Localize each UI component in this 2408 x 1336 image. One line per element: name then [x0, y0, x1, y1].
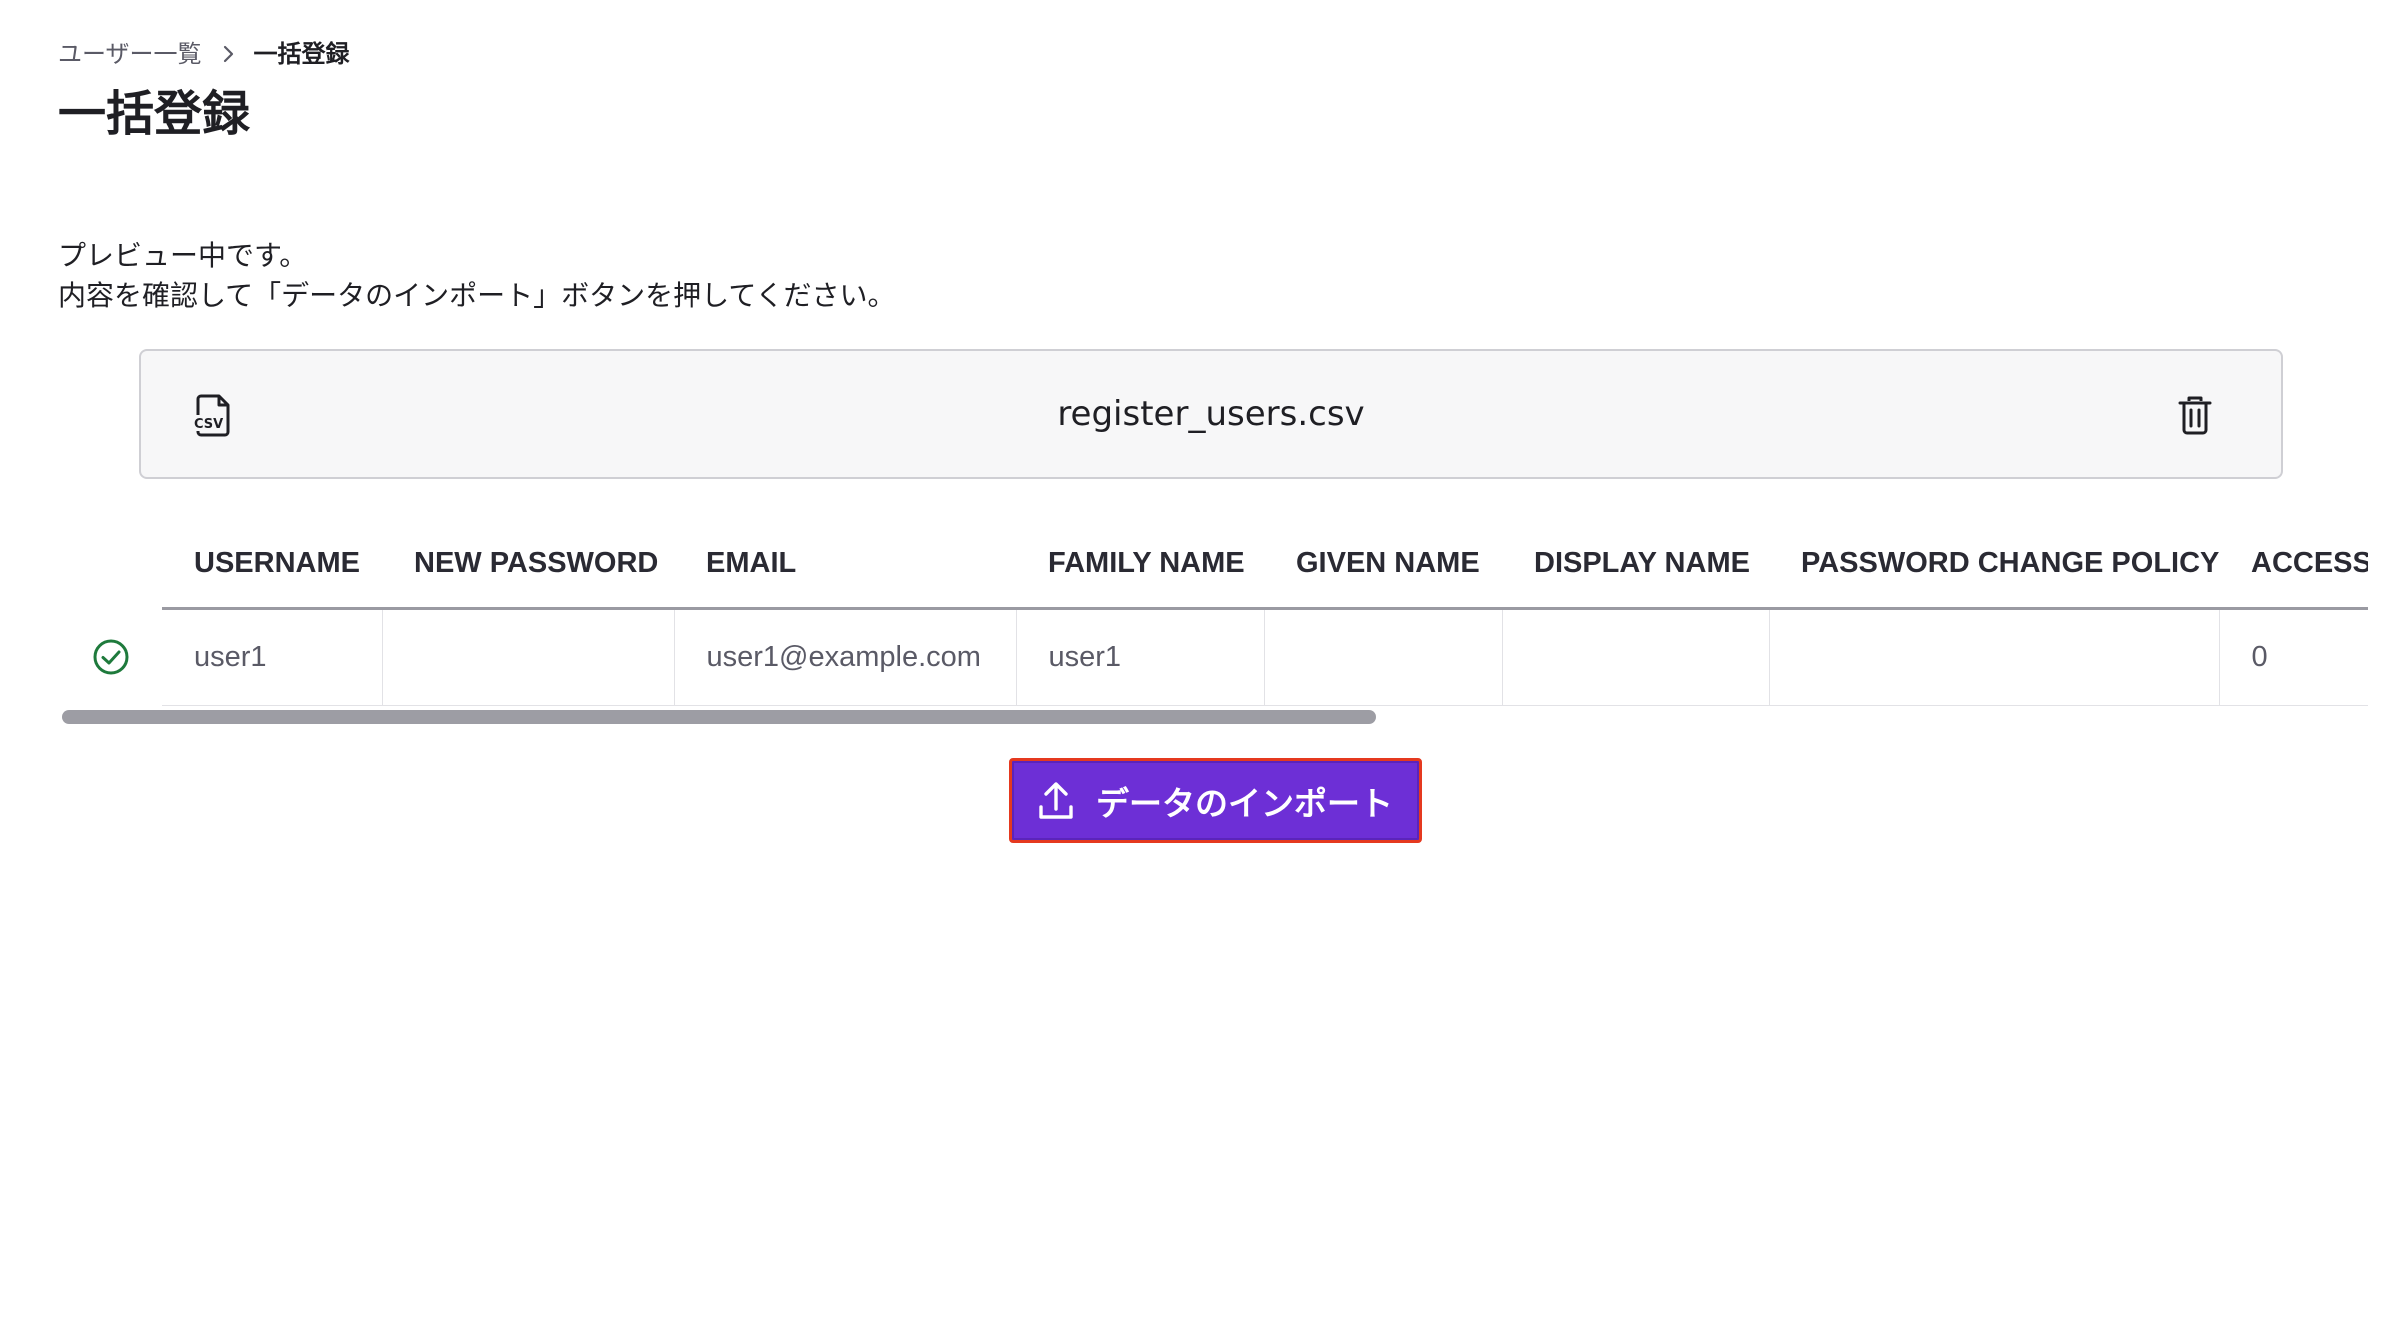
- page-title: 一括登録: [58, 86, 251, 142]
- column-header-new-password: NEW PASSWORD: [382, 520, 674, 610]
- cell-given-name: [1264, 608, 1503, 706]
- file-name: register_users.csv: [1057, 394, 1365, 434]
- chevron-right-icon: [216, 42, 240, 66]
- table-row: user1 user1@example.com user1 0: [162, 608, 2368, 706]
- column-header-username: USERNAME: [162, 520, 382, 610]
- cell-display-name: [1502, 608, 1770, 706]
- cell-username: user1: [162, 608, 383, 706]
- cell-family-name: user1: [1016, 608, 1265, 706]
- preview-message: プレビュー中です。 内容を確認して「データのインポート」ボタンを押してください。: [58, 236, 895, 316]
- trash-icon[interactable]: [2177, 395, 2213, 435]
- column-header-password-change-policy: PASSWORD CHANGE POLICY: [1769, 520, 2219, 610]
- table-header-row: USERNAME NEW PASSWORD EMAIL FAMILY NAME …: [162, 520, 2368, 610]
- horizontal-scrollbar-thumb[interactable]: [62, 710, 1376, 724]
- breadcrumb-link-user-list[interactable]: ユーザー一覧: [58, 38, 202, 70]
- cell-email: user1@example.com: [674, 608, 1017, 706]
- column-header-access: ACCESS F: [2219, 520, 2368, 610]
- breadcrumb-current: 一括登録: [253, 40, 350, 68]
- preview-table: USERNAME NEW PASSWORD EMAIL FAMILY NAME …: [162, 520, 2368, 706]
- breadcrumb: ユーザー一覧 一括登録: [58, 38, 350, 70]
- page: ユーザー一覧 一括登録 一括登録 プレビュー中です。 内容を確認して「データのイ…: [0, 0, 2408, 1336]
- import-data-button[interactable]: データのインポート: [1009, 758, 1422, 843]
- cell-password-change-policy: [1769, 608, 2220, 706]
- preview-message-line-2: 内容を確認して「データのインポート」ボタンを押してください。: [58, 279, 896, 312]
- cell-new-password: [382, 608, 675, 706]
- preview-table-container: USERNAME NEW PASSWORD EMAIL FAMILY NAME …: [58, 520, 2368, 730]
- column-header-family-name: FAMILY NAME: [1016, 520, 1264, 610]
- preview-message-line-1: プレビュー中です。: [58, 239, 308, 272]
- column-header-display-name: DISPLAY NAME: [1502, 520, 1769, 610]
- import-data-button-label: データのインポート: [1096, 784, 1393, 822]
- upload-icon: [1038, 781, 1074, 821]
- cell-access: 0: [2219, 608, 2368, 706]
- check-circle-icon: [92, 638, 130, 676]
- column-header-email: EMAIL: [674, 520, 1016, 610]
- column-header-given-name: GIVEN NAME: [1264, 520, 1502, 610]
- horizontal-scrollbar[interactable]: [62, 710, 2368, 724]
- preview-table-scroll[interactable]: USERNAME NEW PASSWORD EMAIL FAMILY NAME …: [162, 520, 2368, 710]
- uploaded-file-card: CSV register_users.csv: [139, 349, 2283, 479]
